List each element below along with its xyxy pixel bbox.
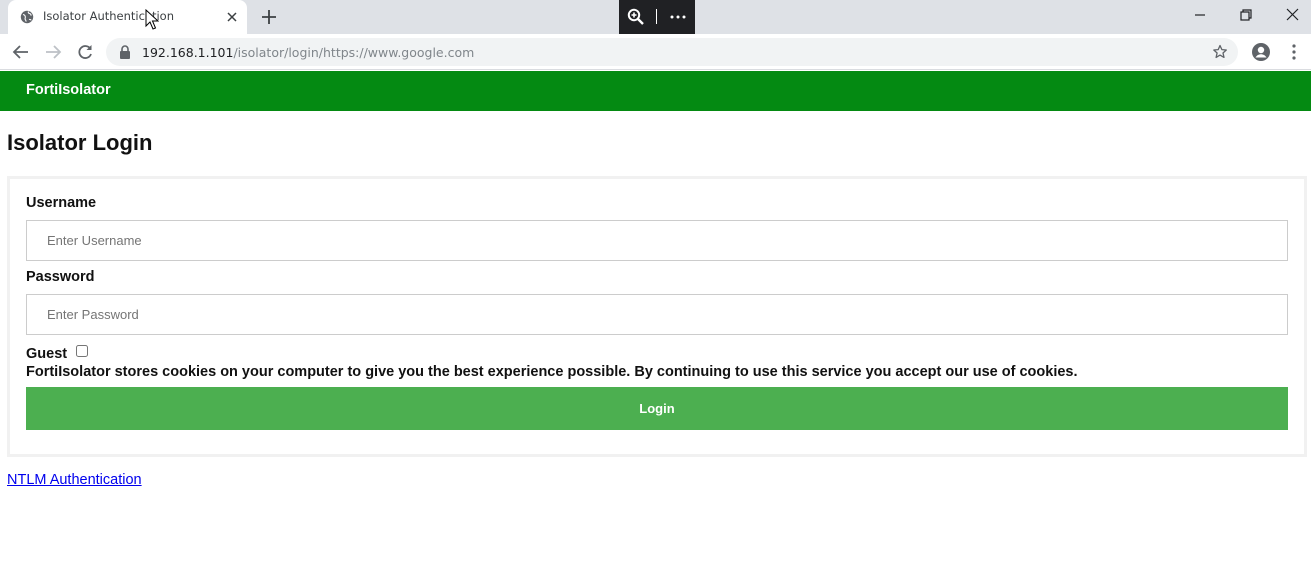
restore-icon[interactable] bbox=[1232, 4, 1260, 26]
ntlm-authentication-link[interactable]: NTLM Authentication bbox=[7, 472, 142, 488]
login-form: Username Password Guest FortiIsolator st… bbox=[7, 176, 1307, 457]
minimize-icon[interactable] bbox=[1186, 4, 1214, 26]
forward-arrow-icon[interactable] bbox=[43, 42, 63, 62]
back-arrow-icon[interactable] bbox=[11, 42, 31, 62]
lock-icon[interactable] bbox=[119, 45, 131, 59]
url-path: /isolator/login/https://www.google.com bbox=[233, 45, 475, 60]
page-title: Isolator Login bbox=[7, 130, 153, 155]
address-bar[interactable]: 192.168.1.101/isolator/login/https://www… bbox=[106, 38, 1238, 66]
guest-checkbox[interactable] bbox=[76, 345, 88, 357]
mouse-cursor-icon bbox=[145, 9, 159, 30]
password-input[interactable] bbox=[26, 294, 1288, 335]
guest-option: Guest bbox=[26, 345, 88, 363]
app-header: FortiIsolator bbox=[0, 71, 1311, 111]
profile-avatar-icon[interactable] bbox=[1251, 42, 1271, 62]
brand-name: FortiIsolator bbox=[26, 82, 111, 98]
zoom-in-icon[interactable] bbox=[627, 8, 645, 26]
login-button[interactable]: Login bbox=[26, 387, 1288, 430]
browser-tabstrip: Isolator Authentication bbox=[0, 0, 1311, 34]
new-tab-plus-icon[interactable] bbox=[260, 8, 278, 26]
password-label: Password bbox=[26, 269, 95, 285]
url-text[interactable]: 192.168.1.101/isolator/login/https://www… bbox=[142, 45, 474, 60]
username-input[interactable] bbox=[26, 220, 1288, 261]
guest-label: Guest bbox=[26, 346, 68, 362]
zoom-separator bbox=[656, 9, 657, 24]
cookie-notice: FortiIsolator stores cookies on your com… bbox=[26, 364, 1078, 380]
kebab-menu-icon[interactable] bbox=[1285, 42, 1303, 62]
zoom-indicator bbox=[619, 0, 695, 34]
browser-toolbar: 192.168.1.101/isolator/login/https://www… bbox=[0, 34, 1311, 70]
url-host: 192.168.1.101 bbox=[142, 45, 234, 60]
close-tab-icon[interactable] bbox=[224, 9, 240, 25]
close-window-icon[interactable] bbox=[1278, 4, 1306, 26]
more-horizontal-icon[interactable] bbox=[669, 8, 687, 26]
bookmark-star-icon[interactable] bbox=[1212, 44, 1228, 60]
reload-icon[interactable] bbox=[75, 42, 95, 62]
globe-icon bbox=[20, 10, 34, 24]
username-label: Username bbox=[26, 195, 97, 211]
browser-tab[interactable]: Isolator Authentication bbox=[8, 0, 247, 34]
